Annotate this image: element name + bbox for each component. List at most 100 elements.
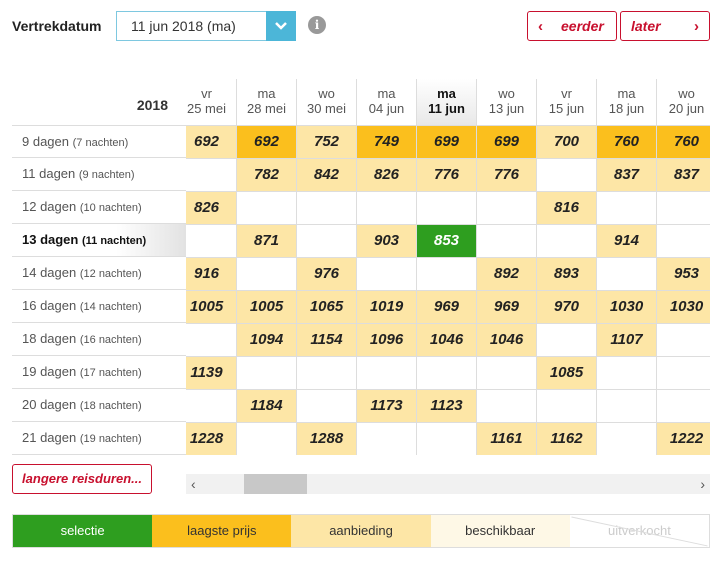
price-cell[interactable]: 692 (236, 125, 296, 158)
chevron-down-icon[interactable] (266, 11, 296, 41)
empty-cell (656, 323, 710, 356)
legend-available: beschikbaar (430, 515, 570, 547)
duration-label: 13 dagen (22, 232, 79, 247)
price-cell[interactable]: 1107 (596, 323, 656, 356)
price-cell[interactable]: 816 (536, 191, 596, 224)
price-cell[interactable]: 1288 (296, 422, 356, 455)
price-cell[interactable]: 970 (536, 290, 596, 323)
price-cell[interactable]: 1096 (356, 323, 416, 356)
scrollbar-thumb[interactable] (244, 474, 307, 494)
price-cell[interactable]: 1173 (356, 389, 416, 422)
date-column-header[interactable]: vr 25 mei (186, 79, 236, 125)
price-cell[interactable]: 699 (476, 125, 536, 158)
price-cell[interactable]: 760 (656, 125, 710, 158)
price-cell[interactable]: 1030 (596, 290, 656, 323)
price-cell[interactable]: 837 (656, 158, 710, 191)
price-cell[interactable]: 752 (296, 125, 356, 158)
price-cell[interactable]: 1123 (416, 389, 476, 422)
price-cell[interactable]: 1184 (236, 389, 296, 422)
scroll-right-icon[interactable]: › (700, 476, 705, 492)
date-column-header[interactable]: ma 28 mei (236, 79, 296, 125)
empty-cell (236, 257, 296, 290)
price-cell[interactable]: 1030 (656, 290, 710, 323)
price-cell[interactable]: 760 (596, 125, 656, 158)
price-cell[interactable]: 692 (186, 125, 236, 158)
price-cell[interactable]: 842 (296, 158, 356, 191)
price-cell[interactable]: 892 (476, 257, 536, 290)
price-cell[interactable]: 749 (356, 125, 416, 158)
duration-row-header[interactable]: 11 dagen (9 nachten) (12, 158, 186, 191)
legend: selectie laagste prijs aanbieding beschi… (12, 514, 710, 548)
duration-row-header[interactable]: 19 dagen (17 nachten) (12, 356, 186, 389)
empty-cell (296, 356, 356, 389)
nights-label: (11 nachten) (81, 235, 147, 247)
price-cell[interactable]: 1222 (656, 422, 710, 455)
price-cell[interactable]: 1085 (536, 356, 596, 389)
empty-cell (236, 191, 296, 224)
empty-cell (596, 389, 656, 422)
price-cell[interactable]: 1005 (186, 290, 236, 323)
horizontal-scrollbar[interactable]: ‹ › (186, 474, 710, 494)
departure-date-select[interactable]: 11 jun 2018 (ma) (116, 11, 296, 41)
duration-row-header[interactable]: 16 dagen (14 nachten) (12, 290, 186, 323)
date-column-header[interactable]: vr 15 jun (536, 79, 596, 125)
price-cell[interactable]: 953 (656, 257, 710, 290)
price-cell[interactable]: 916 (186, 257, 236, 290)
duration-label: 20 dagen (22, 397, 77, 412)
date-column-header[interactable]: wo 30 mei (296, 79, 356, 125)
column-date: 18 jun (608, 101, 645, 116)
earlier-button[interactable]: ‹ eerder (527, 11, 617, 41)
price-cell[interactable]: 700 (536, 125, 596, 158)
column-date: 20 jun (668, 101, 705, 116)
price-cell[interactable]: 1228 (186, 422, 236, 455)
scroll-left-icon[interactable]: ‹ (191, 476, 196, 492)
date-column-header[interactable]: wo 13 jun (476, 79, 536, 125)
price-cell[interactable]: 1065 (296, 290, 356, 323)
later-button[interactable]: later › (620, 11, 710, 41)
price-cell[interactable]: 969 (416, 290, 476, 323)
nights-label: (9 nachten) (78, 169, 135, 181)
duration-label: 16 dagen (22, 298, 77, 313)
price-cell[interactable]: 826 (356, 158, 416, 191)
price-cell[interactable]: 1139 (186, 356, 236, 389)
price-cell[interactable]: 871 (236, 224, 296, 257)
year-label: 2018 (136, 97, 168, 113)
selected-date-value: 11 jun 2018 (ma) (131, 18, 236, 34)
price-cell[interactable]: 853 (416, 224, 476, 257)
column-date: 25 mei (186, 101, 227, 116)
duration-row-header[interactable]: 21 dagen (19 nachten) (12, 422, 186, 455)
date-column-header[interactable]: ma 11 jun (416, 79, 476, 125)
price-cell[interactable]: 1094 (236, 323, 296, 356)
price-cell[interactable]: 1161 (476, 422, 536, 455)
price-cell[interactable]: 1046 (476, 323, 536, 356)
price-cell[interactable]: 1162 (536, 422, 596, 455)
duration-row-header[interactable]: 18 dagen (16 nachten) (12, 323, 186, 356)
date-column-header[interactable]: ma 18 jun (596, 79, 656, 125)
price-cell[interactable]: 969 (476, 290, 536, 323)
longer-durations-button[interactable]: langere reisduren... (12, 464, 152, 494)
price-cell[interactable]: 699 (416, 125, 476, 158)
price-cell[interactable]: 826 (186, 191, 236, 224)
price-cell[interactable]: 837 (596, 158, 656, 191)
price-cell[interactable]: 903 (356, 224, 416, 257)
empty-cell (356, 191, 416, 224)
duration-label: 12 dagen (22, 199, 77, 214)
price-cell[interactable]: 782 (236, 158, 296, 191)
duration-row-header[interactable]: 14 dagen (12 nachten) (12, 257, 186, 290)
price-cell[interactable]: 1019 (356, 290, 416, 323)
price-cell[interactable]: 914 (596, 224, 656, 257)
date-column-header[interactable]: wo 20 jun (656, 79, 710, 125)
duration-row-header[interactable]: 20 dagen (18 nachten) (12, 389, 186, 422)
price-cell[interactable]: 1005 (236, 290, 296, 323)
price-cell[interactable]: 1046 (416, 323, 476, 356)
duration-row-header[interactable]: 13 dagen (11 nachten) (12, 224, 186, 257)
price-cell[interactable]: 1154 (296, 323, 356, 356)
duration-row-header[interactable]: 9 dagen (7 nachten) (12, 125, 186, 158)
duration-row-header[interactable]: 12 dagen (10 nachten) (12, 191, 186, 224)
price-cell[interactable]: 893 (536, 257, 596, 290)
price-cell[interactable]: 776 (416, 158, 476, 191)
price-cell[interactable]: 776 (476, 158, 536, 191)
price-cell[interactable]: 976 (296, 257, 356, 290)
info-icon[interactable]: i (308, 16, 326, 34)
date-column-header[interactable]: ma 04 jun (356, 79, 416, 125)
